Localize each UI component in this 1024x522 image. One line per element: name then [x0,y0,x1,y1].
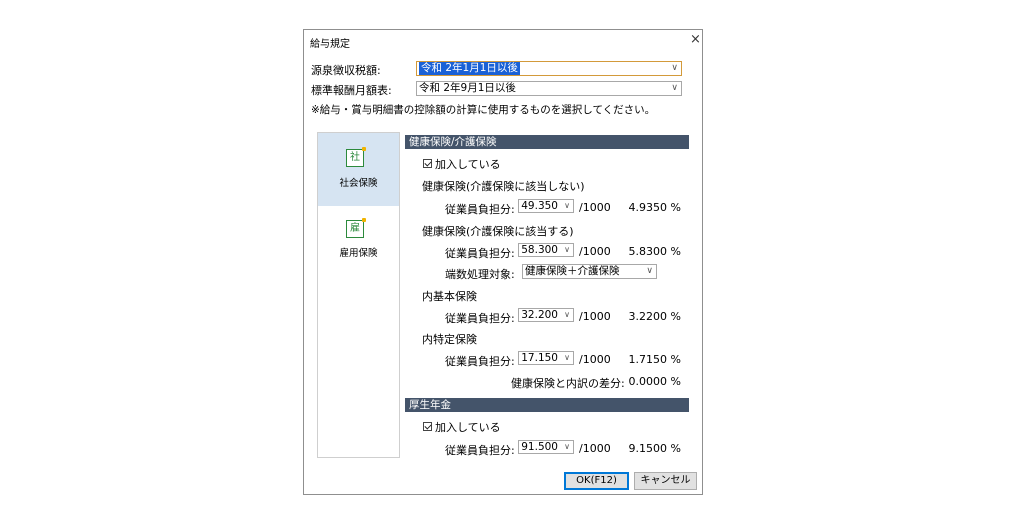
health-section-header: 健康保険/介護保険 [405,135,689,149]
health-no-care-rate-input[interactable]: 49.350 ∨ [518,199,574,213]
pension-section-header: 厚生年金 [405,398,689,412]
sidebar-item-label: 雇用保険 [339,248,378,259]
chevron-down-icon: ∨ [564,201,570,210]
chevron-down-icon: ∨ [564,245,570,254]
standard-select[interactable]: 令和 2年9月1日以後 ∨ [416,81,682,96]
ok-button[interactable]: OK(F12) [564,472,629,490]
rate-label: 従業員負担分: [445,247,515,260]
withholding-label: 源泉徴収税額: [311,64,381,77]
chevron-down-icon: ∨ [671,83,678,93]
basic-insurance-label: 内基本保険 [422,290,477,303]
selection-note: ※給与・賞与明細書の控除額の計算に使用するものを選択してください。 [311,104,656,116]
rate-unit: /1000 [579,353,611,366]
rounding-select[interactable]: 健康保険＋介護保険 ∨ [522,264,657,279]
basic-rate-input[interactable]: 32.200 ∨ [518,308,574,322]
rate-percent: 9.1500 % [628,442,681,455]
specific-insurance-label: 内特定保険 [422,333,477,346]
chevron-down-icon: ∨ [564,310,570,319]
health-enrolled-label: 加入している [435,158,501,171]
rate-unit: /1000 [579,310,611,323]
chevron-down-icon: ∨ [646,266,653,276]
rate-unit: /1000 [579,201,611,214]
koyou-icon: 雇 [346,218,366,238]
close-icon[interactable]: × [690,32,701,47]
withholding-select[interactable]: 令和 2年1月1日以後 ∨ [416,61,682,76]
standard-select-value: 令和 2年9月1日以後 [419,82,516,94]
rate-unit: /1000 [579,245,611,258]
shakai-icon: 社 [346,147,366,167]
health-no-care-label: 健康保険(介護保険に該当しない) [422,180,585,193]
payroll-settings-dialog: 給与規定 × 源泉徴収税額: 令和 2年1月1日以後 ∨ 標準報酬月額表: 令和… [303,29,703,495]
cancel-button[interactable]: キャンセル [634,472,697,490]
rate-label: 従業員負担分: [445,312,515,325]
rate-unit: /1000 [579,442,611,455]
health-care-label: 健康保険(介護保険に該当する) [422,225,574,238]
sidebar-item-employment-insurance[interactable]: 雇 雇用保険 [318,206,399,279]
rate-label: 従業員負担分: [445,444,515,457]
difference-value: 0.0000 % [628,375,681,388]
rate-value: 91.500 [521,441,558,453]
pension-rate-input[interactable]: 91.500 ∨ [518,440,574,454]
specific-rate-input[interactable]: 17.150 ∨ [518,351,574,365]
health-enrolled-checkbox[interactable] [423,159,432,168]
rate-value: 32.200 [521,309,558,321]
chevron-down-icon: ∨ [564,353,570,362]
rate-value: 49.350 [521,200,558,212]
category-sidebar: 社 社会保険 雇 雇用保険 [317,132,400,458]
rate-value: 58.300 [521,244,558,256]
dialog-title: 給与規定 [310,39,350,50]
rate-value: 17.150 [521,352,558,364]
withholding-select-value: 令和 2年1月1日以後 [419,62,520,75]
chevron-down-icon: ∨ [564,442,570,451]
rate-percent: 4.9350 % [628,201,681,214]
rate-label: 従業員負担分: [445,355,515,368]
rate-percent: 5.8300 % [628,245,681,258]
rate-percent: 3.2200 % [628,310,681,323]
rate-percent: 1.7150 % [628,353,681,366]
koyou-icon-glyph: 雇 [350,223,360,234]
health-care-rate-input[interactable]: 58.300 ∨ [518,243,574,257]
sidebar-item-social-insurance[interactable]: 社 社会保険 [318,133,399,206]
standard-label: 標準報酬月額表: [311,84,392,97]
shakai-icon-glyph: 社 [350,152,360,163]
rounding-select-value: 健康保険＋介護保険 [525,265,620,277]
pension-enrolled-checkbox[interactable] [423,422,432,431]
rounding-label: 端数処理対象: [445,268,515,281]
rate-label: 従業員負担分: [445,203,515,216]
difference-label: 健康保険と内訳の差分: [511,377,625,390]
chevron-down-icon: ∨ [671,63,678,73]
sidebar-item-label: 社会保険 [339,178,378,189]
pension-enrolled-label: 加入している [435,421,501,434]
